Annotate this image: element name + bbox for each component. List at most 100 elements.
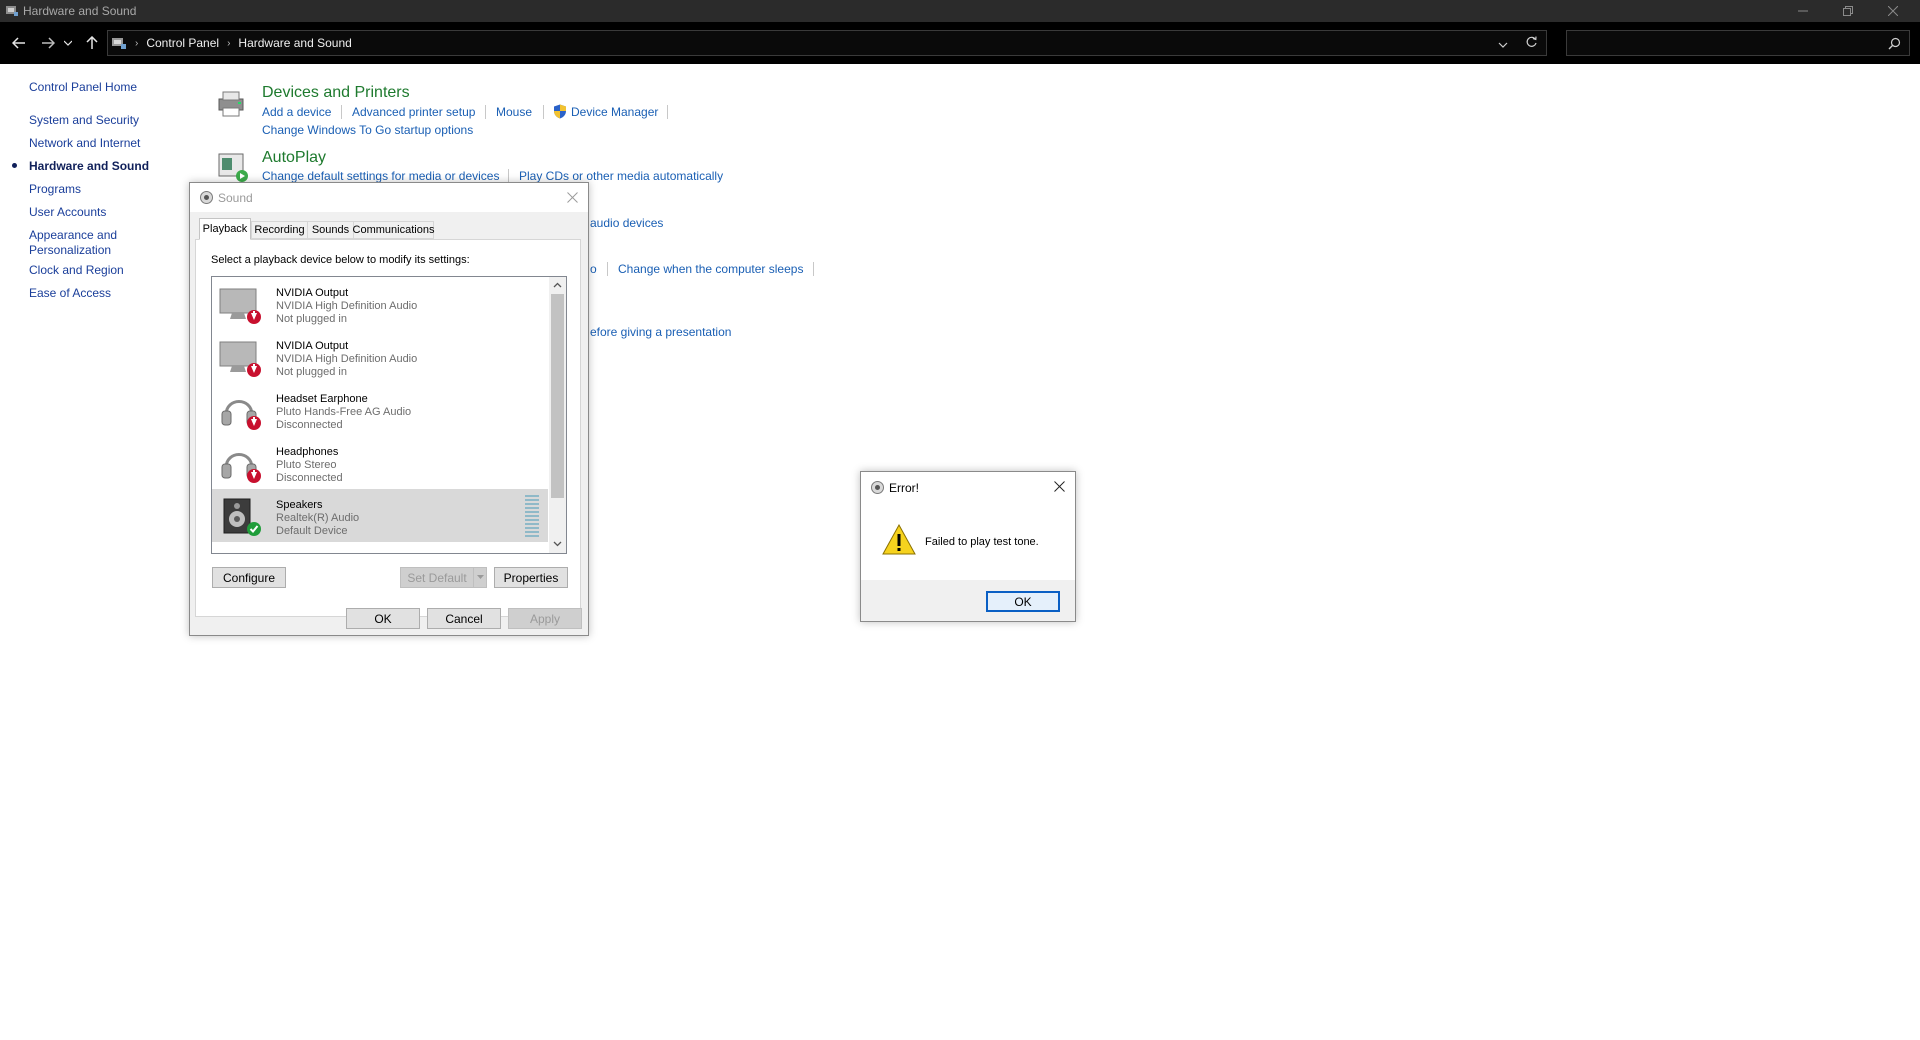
arrow-right-icon xyxy=(42,37,55,49)
forward-button[interactable] xyxy=(37,32,59,54)
back-button[interactable] xyxy=(8,32,30,54)
configure-button[interactable]: Configure xyxy=(212,567,286,588)
chevron-down-icon xyxy=(1498,42,1508,48)
nav-control-panel-home[interactable]: Control Panel Home xyxy=(29,80,137,95)
set-default-dropdown-button[interactable] xyxy=(473,567,487,588)
list-item[interactable]: NVIDIA Output NVIDIA High Definition Aud… xyxy=(212,277,548,330)
link-separator xyxy=(607,262,608,276)
device-manager-link[interactable]: Device Manager xyxy=(571,105,658,119)
monitor-speaker-icon xyxy=(219,341,261,377)
close-icon xyxy=(1887,6,1898,16)
tab-playback[interactable]: Playback xyxy=(199,218,251,240)
scroll-up-icon[interactable] xyxy=(553,282,562,288)
arrow-left-icon xyxy=(12,37,25,49)
link-separator xyxy=(813,262,814,276)
close-button[interactable] xyxy=(1870,0,1915,22)
breadcrumb-hardware-and-sound[interactable]: Hardware and Sound xyxy=(238,36,351,50)
speaker-default-icon xyxy=(223,498,261,536)
refresh-button[interactable] xyxy=(1525,36,1538,52)
add-a-device-link[interactable]: Add a device xyxy=(262,105,331,119)
presentation-settings-link[interactable]: efore giving a presentation xyxy=(590,325,731,339)
nav-user-accounts[interactable]: User Accounts xyxy=(29,205,106,220)
list-item[interactable]: Speakers Realtek(R) Audio Default Device xyxy=(212,489,548,542)
scrollbar-thumb[interactable] xyxy=(551,294,564,498)
device-status: Disconnected xyxy=(276,419,343,431)
link-separator xyxy=(485,105,486,119)
playback-device-list[interactable]: NVIDIA Output NVIDIA High Definition Aud… xyxy=(211,276,567,554)
speaker-icon xyxy=(200,191,213,204)
up-button[interactable] xyxy=(81,32,103,54)
device-name: NVIDIA Output xyxy=(276,340,349,352)
sound-dialog-close-button[interactable] xyxy=(562,187,582,207)
autoplay-title[interactable]: AutoPlay xyxy=(262,149,326,167)
autoplay-icon xyxy=(218,153,248,182)
chevron-down-icon xyxy=(64,40,72,46)
change-sleep-link[interactable]: Change when the computer sleeps xyxy=(618,262,803,276)
set-default-button[interactable]: Set Default xyxy=(400,567,474,588)
error-dialog-close-button[interactable] xyxy=(1049,476,1069,496)
nav-programs[interactable]: Programs xyxy=(29,182,81,197)
list-item[interactable]: Headphones Pluto Stereo Disconnected xyxy=(212,436,548,489)
restore-button[interactable] xyxy=(1825,0,1870,22)
chevron-down-icon xyxy=(476,575,484,579)
device-driver: Pluto Hands-Free AG Audio xyxy=(276,406,412,418)
device-status: Not plugged in xyxy=(276,313,347,325)
nav-appearance-and-personalization[interactable]: Appearance and Personalization xyxy=(29,228,149,258)
recent-locations-button[interactable] xyxy=(61,32,75,54)
nav-network-and-internet[interactable]: Network and Internet xyxy=(29,136,140,151)
device-name: NVIDIA Output xyxy=(276,287,349,299)
nav-hardware-and-sound[interactable]: Hardware and Sound xyxy=(29,159,149,174)
window-titlebar: Hardware and Sound xyxy=(0,0,1920,22)
manage-audio-devices-link[interactable]: audio devices xyxy=(590,216,663,230)
minimize-button[interactable] xyxy=(1780,0,1825,22)
refresh-icon xyxy=(1526,36,1537,47)
nav-system-and-security[interactable]: System and Security xyxy=(29,113,139,128)
sound-dialog-titlebar: Sound xyxy=(190,183,588,212)
play-cds-automatically-link[interactable]: Play CDs or other media automatically xyxy=(519,169,723,183)
shield-icon xyxy=(554,104,566,119)
device-driver: NVIDIA High Definition Audio xyxy=(276,353,418,365)
mouse-link[interactable]: Mouse xyxy=(496,105,532,119)
link-separator xyxy=(543,105,544,119)
address-box[interactable]: › Control Panel › Hardware and Sound xyxy=(107,30,1547,56)
device-name: Headset Earphone xyxy=(276,393,368,405)
device-driver: Pluto Stereo xyxy=(276,459,337,471)
playback-instruction: Select a playback device below to modify… xyxy=(211,254,470,266)
scroll-down-icon[interactable] xyxy=(553,541,562,547)
search-input[interactable] xyxy=(1566,30,1910,56)
ok-button[interactable]: OK xyxy=(346,608,420,629)
speaker-icon xyxy=(871,481,884,494)
tab-recording[interactable]: Recording xyxy=(251,221,308,239)
tab-communications[interactable]: Communications xyxy=(353,221,434,239)
breadcrumb-separator-icon: › xyxy=(227,37,231,49)
sound-dialog-title: Sound xyxy=(218,191,253,205)
apply-button[interactable]: Apply xyxy=(508,608,582,629)
power-option-link[interactable]: o xyxy=(590,262,597,276)
devices-and-printers-title[interactable]: Devices and Printers xyxy=(262,84,410,102)
address-bar-row: › Control Panel › Hardware and Sound xyxy=(0,22,1920,64)
nav-ease-of-access[interactable]: Ease of Access xyxy=(29,286,111,301)
restore-icon xyxy=(1842,6,1853,16)
list-item[interactable]: NVIDIA Output NVIDIA High Definition Aud… xyxy=(212,330,548,383)
warning-icon xyxy=(882,524,916,555)
advanced-printer-setup-link[interactable]: Advanced printer setup xyxy=(352,105,475,119)
list-item[interactable]: Headset Earphone Pluto Hands-Free AG Aud… xyxy=(212,383,548,436)
error-message: Failed to play test tone. xyxy=(925,536,1039,548)
properties-button[interactable]: Properties xyxy=(494,567,568,588)
tab-sounds[interactable]: Sounds xyxy=(307,221,354,239)
error-ok-button[interactable]: OK xyxy=(986,591,1060,612)
link-separator xyxy=(508,169,509,183)
breadcrumb-separator-icon: › xyxy=(135,37,139,49)
address-dropdown-button[interactable] xyxy=(1498,38,1508,52)
change-default-media-settings-link[interactable]: Change default settings for media or dev… xyxy=(262,169,499,183)
change-windows-to-go-link[interactable]: Change Windows To Go startup options xyxy=(262,123,473,137)
error-dialog: Error! Failed to play test tone. OK xyxy=(860,471,1076,622)
device-name: Speakers xyxy=(276,499,323,511)
device-driver: NVIDIA High Definition Audio xyxy=(276,300,418,312)
nav-clock-and-region[interactable]: Clock and Region xyxy=(29,263,124,278)
cancel-button[interactable]: Cancel xyxy=(427,608,501,629)
breadcrumb-control-panel[interactable]: Control Panel xyxy=(146,36,219,50)
monitor-speaker-icon xyxy=(219,288,261,324)
control-panel-icon xyxy=(112,38,126,49)
device-list-scrollbar[interactable] xyxy=(549,277,566,553)
